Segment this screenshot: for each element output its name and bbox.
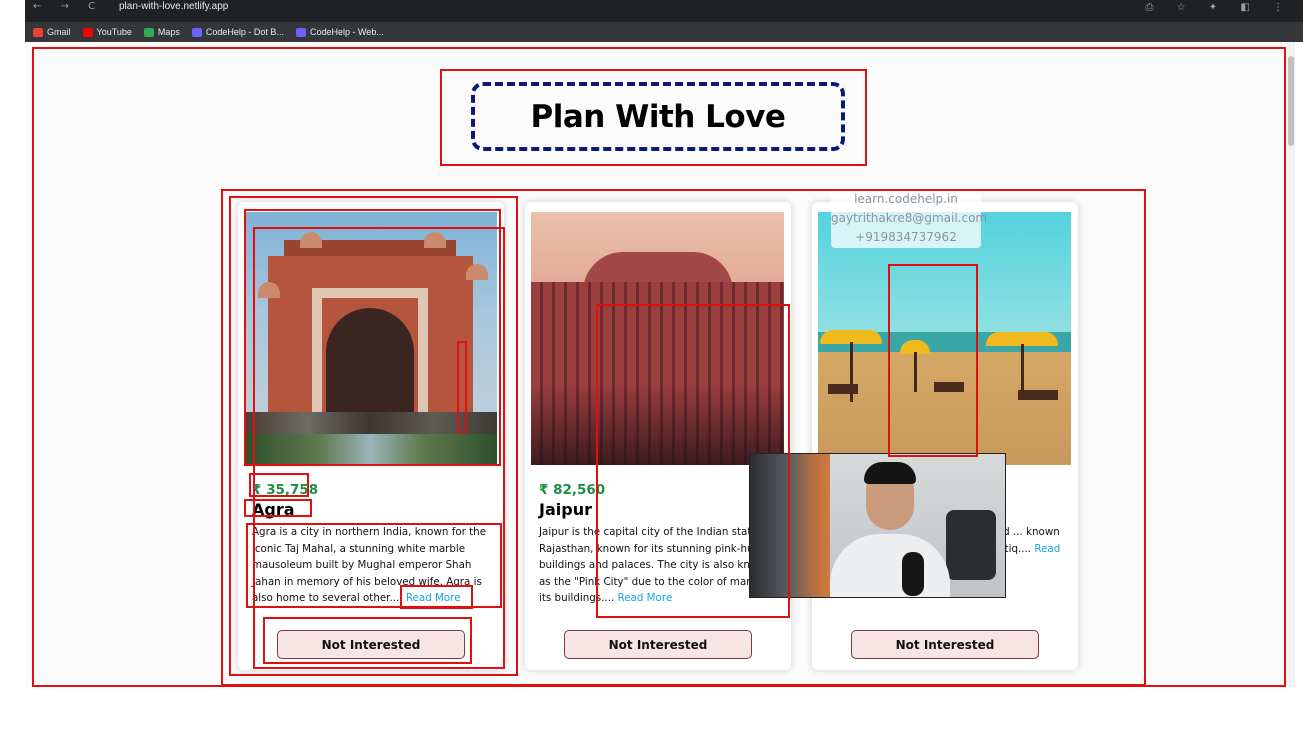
webcam-overlay	[749, 453, 1006, 598]
page-title: Plan With Love	[530, 98, 786, 135]
tour-description: Jaipur is the capital city of the Indian…	[539, 524, 779, 607]
tour-card-jaipur: ₹ 82,560 Jaipur Jaipur is the capital ci…	[525, 202, 791, 670]
tour-image-agra	[244, 212, 497, 465]
tour-price: ₹ 82,560	[539, 482, 606, 498]
bookmark-maps[interactable]: Maps	[143, 27, 180, 37]
bookmark-gmail[interactable]: Gmail	[33, 27, 71, 37]
tour-price: ₹ 35,758	[252, 482, 319, 498]
bookmark-youtube[interactable]: YouTube	[82, 27, 132, 37]
browser-nav-buttons[interactable]: ← → C	[33, 1, 103, 12]
watermark-contact: learn.codehelp.in gaytrithakre8@gmail.co…	[831, 188, 988, 248]
gmail-icon	[33, 27, 43, 37]
bookmark-codehelp-web[interactable]: CodeHelp - Web...	[295, 27, 384, 37]
tour-image-jaipur	[531, 212, 784, 465]
bookmark-label: YouTube	[96, 27, 132, 37]
youtube-icon	[82, 27, 93, 37]
bookmarks-bar: Gmail YouTube Maps CodeHelp - Dot B... C…	[25, 22, 1303, 42]
read-more-link[interactable]: Read More	[618, 592, 673, 604]
address-bar[interactable]: plan-with-love.netlify.app	[119, 1, 228, 12]
watermark-email: gaytrithakre8@gmail.com	[831, 211, 988, 225]
not-interested-button[interactable]: Not Interested	[277, 630, 465, 659]
browser-action-icons[interactable]: ⎙ ☆ ✦ ◧ ⋮	[1145, 2, 1293, 13]
watermark-phone: +919834737962	[855, 230, 957, 244]
bookmark-codehelp-dot[interactable]: CodeHelp - Dot B...	[191, 27, 284, 37]
maps-icon	[143, 27, 154, 37]
bookmark-label: CodeHelp - Web...	[309, 27, 384, 37]
bookmark-label: CodeHelp - Dot B...	[205, 27, 284, 37]
browser-toolbar: ← → C plan-with-love.netlify.app ⎙ ☆ ✦ ◧…	[25, 0, 1303, 22]
tour-description: Agra is a city in northern India, known …	[252, 524, 492, 607]
watermark-site: learn.codehelp.in	[854, 192, 958, 206]
read-more-link[interactable]: Read More	[406, 592, 461, 604]
page-title-box: Plan With Love	[471, 82, 845, 151]
codehelp-icon	[191, 27, 202, 37]
tour-image-beach	[818, 212, 1071, 465]
codehelp-icon	[295, 27, 306, 37]
tour-card-agra: ₹ 35,758 Agra Agra is a city in northern…	[238, 202, 504, 670]
tour-city: Jaipur	[539, 500, 592, 519]
tour-card-beach: ... western coast, ... vibrant ... ... e…	[812, 202, 1078, 670]
scrollbar[interactable]	[1287, 42, 1295, 687]
page-viewport: Plan With Love + ₹ 35,758 Agra Agra is a…	[25, 42, 1295, 687]
bookmark-label: Maps	[157, 27, 180, 37]
scroll-thumb[interactable]	[1288, 56, 1294, 146]
bookmark-label: Gmail	[47, 27, 71, 37]
not-interested-button[interactable]: Not Interested	[564, 630, 752, 659]
tour-city: Agra	[252, 500, 295, 519]
not-interested-button[interactable]: Not Interested	[851, 630, 1039, 659]
